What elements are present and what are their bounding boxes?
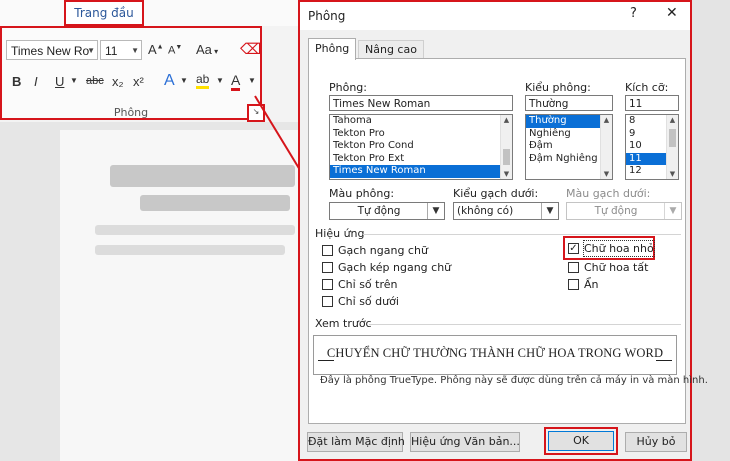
checkbox-label: Chỉ số trên [338,278,398,291]
chevron-up-icon[interactable]: ▲ [501,116,512,124]
dialog-titlebar: Phông ? ✕ [300,2,690,30]
checkbox[interactable] [568,279,579,290]
font-name-input[interactable]: Times New Roman [329,95,513,111]
checkbox[interactable] [322,262,333,273]
tab-font[interactable]: Phông [308,38,357,60]
scrollbar[interactable]: ▲ ▼ [500,115,512,179]
chevron-up-icon[interactable]: ▲ [601,116,612,124]
font-size-list[interactable]: 8 9 10 11 12 ▲ ▼ [625,114,679,180]
list-item[interactable]: Tekton Pro Ext [330,153,512,166]
list-item[interactable]: Tekton Pro [330,128,512,141]
chevron-down-icon: ▼ [664,203,681,219]
checkbox-label: Gạch ngang chữ [338,244,428,257]
font-color-combo[interactable]: Tự động ▼ [329,202,445,220]
tab-advanced[interactable]: Nâng cao [358,40,424,59]
checkbox-label: Chữ hoa tất [584,261,649,274]
help-button[interactable]: ? [630,6,637,21]
underline-color-label: Màu gạch dưới: [566,187,651,200]
chevron-up-icon[interactable]: ▲ [667,116,678,124]
checkbox[interactable] [322,279,333,290]
checkbox-label: Chỉ số dưới [338,295,399,308]
set-default-button[interactable]: Đặt làm Mặc định [307,432,405,452]
list-item[interactable]: Tahoma [330,115,512,128]
scroll-thumb[interactable] [669,129,676,147]
ok-button[interactable]: OK [548,431,614,451]
underline-style-combo[interactable]: (không có) ▼ [453,202,559,220]
preview-box: CHUYỂN CHỮ THƯỜNG THÀNH CHỮ HOA TRONG WO… [313,335,677,375]
chevron-down-icon[interactable]: ▼ [501,170,512,178]
underline-color-value: Tự động [594,205,638,217]
group-divider [369,324,681,325]
font-size-input[interactable]: 11 [625,95,679,111]
chevron-down-icon[interactable]: ▼ [541,203,558,219]
font-dialog: Phông ? ✕ Phông Nâng cao Phông: Times Ne… [298,0,708,461]
checkbox-label: Chữ hoa nhỏ [583,240,655,257]
close-button[interactable]: ✕ [666,5,678,21]
cancel-button[interactable]: Hủy bỏ [625,432,687,452]
checkbox[interactable] [568,262,579,273]
font-color-label: Màu phông: [329,187,395,200]
truetype-note: Đây là phông TrueType. Phông này sẽ được… [320,375,708,386]
underline-color-combo: Tự động ▼ [566,202,682,220]
preview-text: CHUYỂN CHỮ THƯỜNG THÀNH CHỮ HOA TRONG WO… [326,346,664,360]
checkbox-label: Gạch kép ngang chữ [338,261,452,274]
underline-style-value: (không có) [457,205,514,217]
font-name-list[interactable]: Tahoma Tekton Pro Tekton Pro Cond Tekton… [329,114,513,180]
preview-label: Xem trước [315,317,372,330]
chevron-down-icon[interactable]: ▼ [427,203,444,219]
list-item-selected[interactable]: Times New Roman [330,165,501,178]
font-color-value: Tự động [357,205,401,217]
group-divider [363,234,681,235]
scroll-thumb[interactable] [503,149,510,165]
font-style-list[interactable]: Thường Nghiêng Đậm Đậm Nghiêng ▲ ▼ [525,114,613,180]
underline-style-label: Kiểu gạch dưới: [453,187,539,200]
size-label: Kích cỡ: [625,81,669,94]
scrollbar[interactable]: ▲ ▼ [600,115,612,179]
effects-label: Hiệu ứng [315,227,365,240]
list-item[interactable]: Tekton Pro Cond [330,140,512,153]
text-effects-button[interactable]: Hiệu ứng Văn bản... [410,432,520,452]
style-label: Kiểu phông: [525,81,591,94]
preview-rule [656,360,672,361]
chevron-down-icon[interactable]: ▼ [667,170,678,178]
checkbox-label: Ẩn [584,278,599,291]
checkbox[interactable] [322,245,333,256]
dialog-title: Phông [308,9,346,23]
font-style-input[interactable]: Thường [525,95,613,111]
list-item-selected[interactable]: Thường [526,115,601,128]
check-icon[interactable]: ✓ [568,243,579,254]
chevron-down-icon[interactable]: ▼ [601,170,612,178]
checkbox[interactable] [322,296,333,307]
list-item-selected[interactable]: 11 [626,152,667,165]
font-label: Phông: [329,81,367,94]
scrollbar[interactable]: ▲ ▼ [666,115,678,179]
